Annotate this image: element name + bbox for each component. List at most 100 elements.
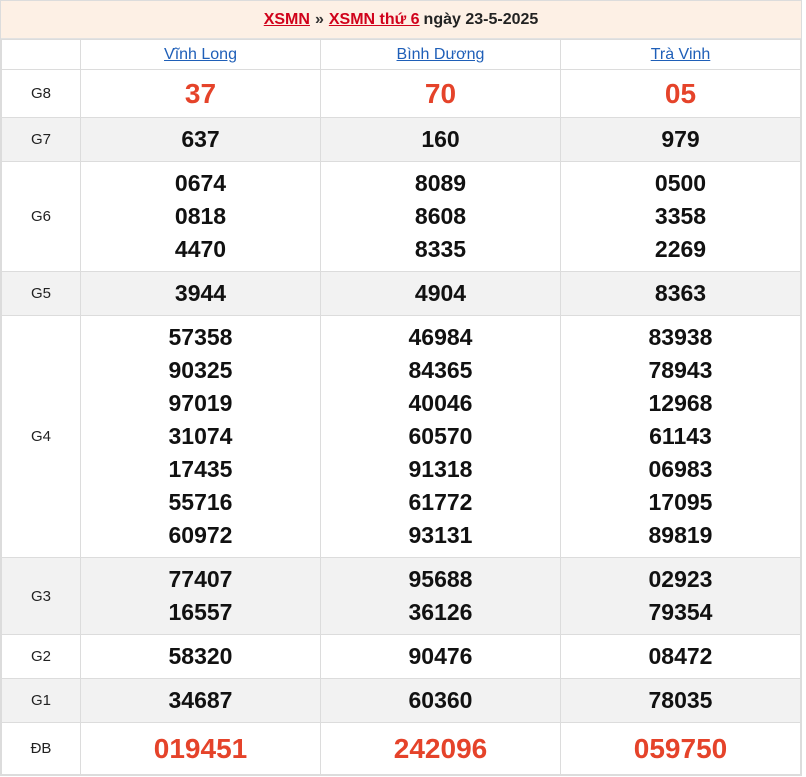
prize-number: 34687 [168,687,233,713]
prize-number: 79354 [648,599,713,625]
prize-cell: 8089 8608 8335 [320,161,561,272]
prize-cell: 0500 3358 2269 [560,161,801,272]
prize-row-g2: G2 58320 90476 08472 [1,634,801,679]
prize-number: 8363 [654,280,707,306]
prize-row-g5: G5 3944 4904 8363 [1,271,801,316]
prize-number: 93131 [408,522,473,548]
prize-label: G5 [1,271,81,316]
prize-number: 4470 [174,236,227,262]
prize-row-g1: G1 34687 60360 78035 [1,678,801,723]
prize-cell: 78035 [560,678,801,723]
prize-label: G4 [1,315,81,558]
prize-number: 05 [664,78,697,109]
prize-number: 0500 [654,170,707,196]
prize-cell: 8363 [560,271,801,316]
prize-cell: 57358 90325 97019 31074 17435 55716 60972 [80,315,321,558]
prize-row-g8: G8 37 70 05 [1,69,801,118]
prize-cell: 46984 84365 40046 60570 91318 61772 93131 [320,315,561,558]
prize-number: 3358 [654,203,707,229]
corner-cell [1,39,81,70]
prize-number: 58320 [168,643,233,669]
prize-cell: 60360 [320,678,561,723]
prize-cell: 3944 [80,271,321,316]
prize-number: 17095 [648,489,713,515]
prize-number: 61143 [649,423,712,449]
prize-number: 57358 [168,324,233,350]
breadcrumb-separator: » [314,10,324,28]
prize-label: ĐB [1,722,81,775]
prize-number: 31074 [168,423,233,449]
prize-number: 160 [421,126,460,152]
prize-number: 84365 [408,357,473,383]
prize-number: 78943 [648,357,713,383]
prize-cell: 979 [560,117,801,162]
prize-cell: 019451 [80,722,321,775]
prize-cell: 05 [560,69,801,118]
xsmn-link[interactable]: XSMN [264,11,310,29]
prize-number: 90476 [408,643,473,669]
prize-number: 242096 [393,733,488,764]
prize-number: 979 [661,126,700,152]
province-header: Vĩnh Long [80,39,321,70]
prize-cell: 90476 [320,634,561,679]
prize-cell: 059750 [560,722,801,775]
prize-label: G1 [1,678,81,723]
prize-row-g7: G7 637 160 979 [1,117,801,162]
prize-label: G7 [1,117,81,162]
prize-number: 37 [184,78,217,109]
results-panel: XSMN » XSMN thứ 6 ngày 23-5-2025 Vĩnh Lo… [0,0,802,776]
results-title: XSMN » XSMN thứ 6 ngày 23-5-2025 [1,1,801,39]
prize-number: 16557 [168,599,233,625]
province-header: Trà Vinh [560,39,801,70]
prize-number: 059750 [633,733,728,764]
prize-number: 0818 [174,203,227,229]
prize-number: 89819 [648,522,713,548]
prize-number: 019451 [153,733,248,764]
prize-cell: 83938 78943 12968 61143 06983 17095 89819 [560,315,801,558]
prize-number: 4904 [414,280,467,306]
xsmn-friday-link[interactable]: XSMN thứ 6 [329,11,420,29]
prize-number: 17435 [168,456,233,482]
prize-number: 60972 [168,522,233,548]
prize-number: 0674 [174,170,227,196]
prize-number: 60360 [408,687,473,713]
prize-number: 55716 [168,489,233,515]
prize-cell: 0674 0818 4470 [80,161,321,272]
province-link-vinh-long[interactable]: Vĩnh Long [164,46,237,63]
prize-number: 2269 [654,236,707,262]
prize-number: 97019 [168,390,233,416]
prize-row-g6: G6 0674 0818 4470 8089 8608 8335 0500 3358 2269 [1,161,801,272]
prize-cell: 95688 36126 [320,557,561,635]
prize-cell: 58320 [80,634,321,679]
prize-cell: 637 [80,117,321,162]
prize-number: 8335 [414,236,467,262]
province-link-tra-vinh[interactable]: Trà Vinh [651,46,711,63]
prize-row-g4: G4 57358 90325 97019 31074 17435 55716 60972 469… [1,315,801,558]
province-link-binh-duong[interactable]: Bình Dương [397,46,485,63]
prize-number: 08472 [648,643,713,669]
prize-cell: 160 [320,117,561,162]
prize-number: 12968 [648,390,713,416]
prize-cell: 4904 [320,271,561,316]
prize-cell: 08472 [560,634,801,679]
prize-number: 78035 [648,687,713,713]
prize-number: 40046 [408,390,473,416]
prize-cell: 242096 [320,722,561,775]
prize-number: 3944 [174,280,227,306]
prize-row-g3: G3 77407 16557 95688 36126 02923 79354 [1,557,801,635]
prize-cell: 70 [320,69,561,118]
prize-cell: 34687 [80,678,321,723]
prize-number: 61772 [408,489,473,515]
draw-date: ngày 23-5-2025 [423,10,539,28]
prize-number: 91318 [408,456,473,482]
prize-label: G6 [1,161,81,272]
prize-number: 77407 [168,566,233,592]
prize-number: 637 [181,126,220,152]
prize-cell: 77407 16557 [80,557,321,635]
province-header-row: Vĩnh Long Bình Dương Trà Vinh [1,39,801,70]
prize-cell: 02923 79354 [560,557,801,635]
prize-label: G2 [1,634,81,679]
prize-label: G3 [1,557,81,635]
prize-number: 8089 [414,170,467,196]
prize-label: G8 [1,69,81,118]
